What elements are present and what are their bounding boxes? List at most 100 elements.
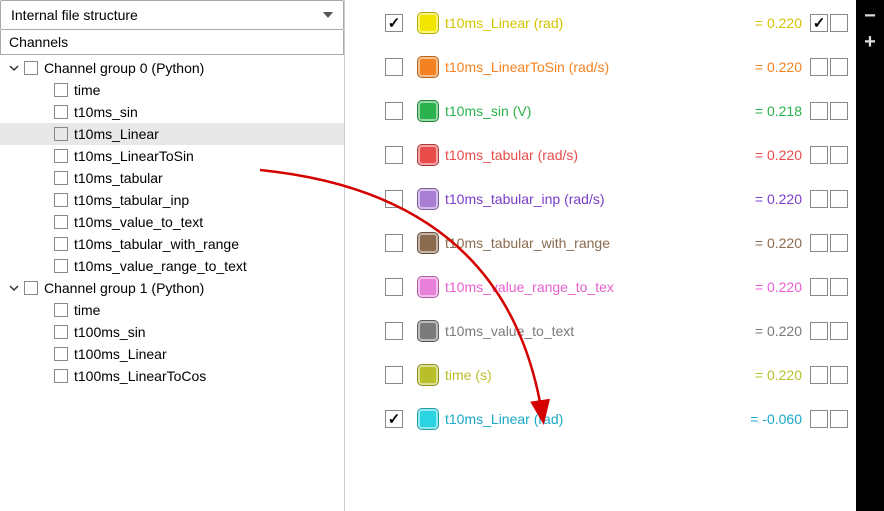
expander-icon[interactable]	[8, 62, 20, 74]
item-label: time	[74, 302, 100, 318]
option-checkbox-2[interactable]	[830, 322, 848, 340]
option-checkbox-2[interactable]	[830, 278, 848, 296]
tree-item[interactable]: t100ms_sin	[0, 321, 344, 343]
tree-group[interactable]: Channel group 0 (Python)	[0, 57, 344, 79]
tree-item[interactable]: t10ms_LinearToSin	[0, 145, 344, 167]
option-checkbox-1[interactable]	[810, 410, 828, 428]
enable-checkbox[interactable]	[385, 322, 403, 340]
color-swatch[interactable]	[417, 364, 439, 386]
channel-name: t10ms_Linear (rad)	[445, 15, 722, 31]
channel-row: t10ms_tabular (rad/s)= 0.220	[385, 142, 848, 168]
item-checkbox[interactable]	[54, 193, 68, 207]
option-checkbox-1[interactable]	[810, 14, 828, 32]
group-checkbox[interactable]	[24, 61, 38, 75]
option-checkbox-2[interactable]	[830, 58, 848, 76]
enable-checkbox[interactable]	[385, 102, 403, 120]
option-checkbox-2[interactable]	[830, 102, 848, 120]
channel-value: = 0.220	[722, 235, 802, 251]
item-label: t10ms_value_to_text	[74, 214, 203, 230]
channel-row: t10ms_tabular_inp (rad/s)= 0.220	[385, 186, 848, 212]
option-checkbox-1[interactable]	[810, 190, 828, 208]
item-checkbox[interactable]	[54, 149, 68, 163]
channel-name: t10ms_tabular_inp (rad/s)	[445, 191, 722, 207]
channel-value: = 0.220	[722, 147, 802, 163]
enable-checkbox[interactable]	[385, 58, 403, 76]
channel-value: = 0.218	[722, 103, 802, 119]
channel-tree[interactable]: Channel group 0 (Python)timet10ms_sint10…	[0, 55, 344, 511]
option-checkbox-1[interactable]	[810, 366, 828, 384]
color-swatch[interactable]	[417, 144, 439, 166]
enable-checkbox[interactable]	[385, 278, 403, 296]
color-swatch[interactable]	[417, 100, 439, 122]
option-checkbox-2[interactable]	[830, 410, 848, 428]
tree-item[interactable]: time	[0, 79, 344, 101]
channel-value: = 0.220	[722, 367, 802, 383]
left-panel: Internal file structure Channels Channel…	[0, 0, 345, 511]
tree-item[interactable]: t100ms_LinearToCos	[0, 365, 344, 387]
item-checkbox[interactable]	[54, 83, 68, 97]
option-checkbox-2[interactable]	[830, 14, 848, 32]
channel-name: t10ms_Linear (rad)	[445, 411, 722, 427]
item-checkbox[interactable]	[54, 215, 68, 229]
enable-checkbox[interactable]	[385, 366, 403, 384]
color-swatch[interactable]	[417, 232, 439, 254]
item-checkbox[interactable]	[54, 237, 68, 251]
color-swatch[interactable]	[417, 408, 439, 430]
channel-name: t10ms_LinearToSin (rad/s)	[445, 59, 722, 75]
option-checkbox-2[interactable]	[830, 234, 848, 252]
channel-name: t10ms_sin (V)	[445, 103, 722, 119]
option-checkbox-2[interactable]	[830, 366, 848, 384]
tree-item[interactable]: t10ms_value_to_text	[0, 211, 344, 233]
tree-group[interactable]: Channel group 1 (Python)	[0, 277, 344, 299]
channel-name: time (s)	[445, 367, 722, 383]
zoom-out-button[interactable]: −	[864, 6, 876, 26]
item-checkbox[interactable]	[54, 105, 68, 119]
enable-checkbox[interactable]	[385, 190, 403, 208]
channel-list-panel: t10ms_Linear (rad) = 0.220 t10ms_LinearToS…	[345, 0, 856, 511]
option-checkbox-1[interactable]	[810, 102, 828, 120]
option-checkbox-2[interactable]	[830, 146, 848, 164]
expander-icon[interactable]	[8, 282, 20, 294]
structure-dropdown[interactable]: Internal file structure	[0, 0, 344, 30]
enable-checkbox[interactable]	[385, 234, 403, 252]
enable-checkbox[interactable]	[385, 410, 403, 428]
option-checkbox-1[interactable]	[810, 146, 828, 164]
item-label: t10ms_tabular_with_range	[74, 236, 239, 252]
tree-item[interactable]: t10ms_value_range_to_text	[0, 255, 344, 277]
option-checkbox-1[interactable]	[810, 278, 828, 296]
zoom-in-button[interactable]: +	[864, 32, 876, 52]
enable-checkbox[interactable]	[385, 14, 403, 32]
color-swatch[interactable]	[417, 276, 439, 298]
tree-item[interactable]: t10ms_sin	[0, 101, 344, 123]
channels-section-label: Channels	[0, 30, 344, 55]
item-checkbox[interactable]	[54, 259, 68, 273]
structure-dropdown-label: Internal file structure	[11, 7, 138, 23]
item-checkbox[interactable]	[54, 347, 68, 361]
option-checkbox-1[interactable]	[810, 58, 828, 76]
option-checkbox-2[interactable]	[830, 190, 848, 208]
color-swatch[interactable]	[417, 320, 439, 342]
option-checkbox-1[interactable]	[810, 322, 828, 340]
tree-item[interactable]: t10ms_tabular_with_range	[0, 233, 344, 255]
tree-item[interactable]: t10ms_tabular_inp	[0, 189, 344, 211]
chevron-down-icon	[323, 12, 333, 18]
color-swatch[interactable]	[417, 188, 439, 210]
option-checkbox-1[interactable]	[810, 234, 828, 252]
group-checkbox[interactable]	[24, 281, 38, 295]
color-swatch[interactable]	[417, 12, 439, 34]
item-checkbox[interactable]	[54, 171, 68, 185]
color-swatch[interactable]	[417, 56, 439, 78]
tree-item[interactable]: time	[0, 299, 344, 321]
group-label: Channel group 1 (Python)	[44, 280, 204, 296]
channel-value: = 0.220	[722, 323, 802, 339]
tree-item[interactable]: t10ms_Linear	[0, 123, 344, 145]
channel-row: t10ms_LinearToSin (rad/s)= 0.220	[385, 54, 848, 80]
tree-item[interactable]: t10ms_tabular	[0, 167, 344, 189]
item-checkbox[interactable]	[54, 369, 68, 383]
item-checkbox[interactable]	[54, 127, 68, 141]
item-checkbox[interactable]	[54, 325, 68, 339]
channel-name: t10ms_value_to_text	[445, 323, 722, 339]
item-checkbox[interactable]	[54, 303, 68, 317]
tree-item[interactable]: t100ms_Linear	[0, 343, 344, 365]
enable-checkbox[interactable]	[385, 146, 403, 164]
